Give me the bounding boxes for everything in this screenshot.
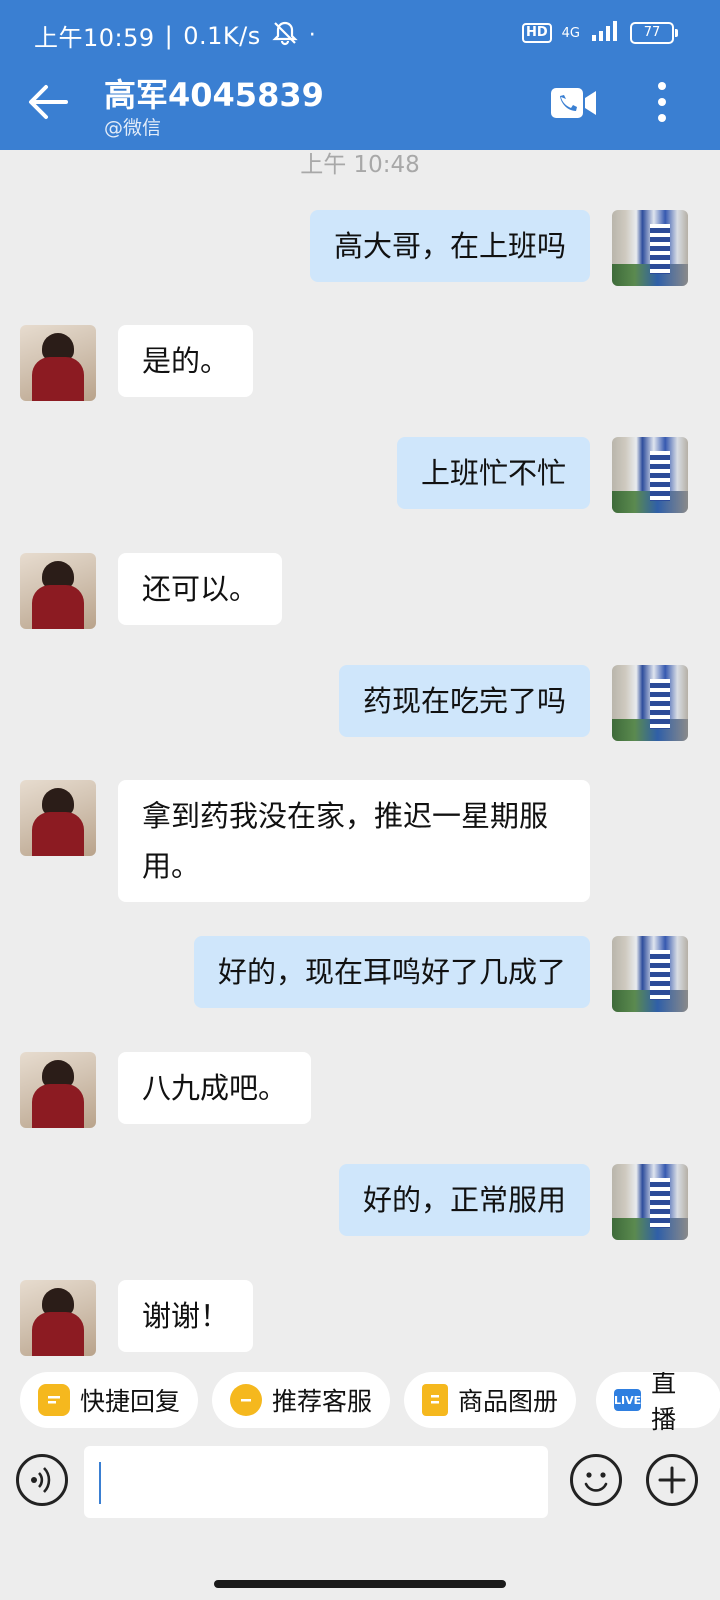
quick-reply-label: 快捷回复 [80,1387,181,1416]
status-bar: 上午10:59 | 0.1K/s · HD 4G 77 [0,0,720,70]
voice-icon [31,1467,51,1493]
message-bubble-incoming[interactable]: 是的。 [118,325,254,397]
home-indicator[interactable] [214,1580,506,1588]
contact-avatar[interactable] [20,1052,96,1128]
message-bubble-incoming[interactable]: 八九成吧。 [118,1052,312,1124]
dot-icon: · [308,23,317,48]
recommend-service-button[interactable]: 推荐客服 [212,1372,391,1428]
my-avatar[interactable] [612,936,688,1012]
product-album-button[interactable]: 商品图册 [404,1372,577,1428]
input-bar [0,1440,720,1550]
product-album-label: 商品图册 [458,1387,559,1416]
chat-timestamp: 上午 10:48 [300,152,420,178]
my-avatar[interactable] [612,665,688,741]
back-arrow-icon [29,85,68,119]
status-time: 上午10:59 [34,24,155,52]
message-bubble-outgoing[interactable]: 上班忙不忙 [396,437,590,509]
quick-reply-button[interactable]: 快捷回复 [20,1372,199,1428]
battery-indicator: 77 [630,22,678,44]
my-avatar[interactable] [612,437,688,513]
app-header: 上午10:59 | 0.1K/s · HD 4G 77 高军4045839 @微… [0,0,720,150]
status-right: HD 4G 77 [521,20,678,46]
hd-badge: HD [521,23,552,43]
recommend-service-label: 推荐客服 [272,1387,373,1416]
message-bubble-outgoing[interactable]: 药现在吃完了吗 [338,665,590,737]
contact-source: @微信 [104,117,162,139]
back-button[interactable] [26,82,70,122]
live-icon: LIVE [614,1389,642,1411]
add-button[interactable] [646,1454,698,1506]
my-avatar[interactable] [612,210,688,286]
mute-bell-icon [271,20,299,52]
contact-avatar[interactable] [20,553,96,629]
plus-icon [658,1466,686,1494]
contact-name: 高军4045839 [104,76,324,114]
network-label: 4G [561,25,580,41]
status-separator: | [164,21,174,50]
signal-icon [590,20,620,46]
chat-area[interactable]: 上午 10:48 高大哥，在上班吗 是的。 上班忙不忙 还可以。 药现在吃完了吗… [0,150,720,1372]
message-bubble-outgoing[interactable]: 好的，现在耳鸣好了几成了 [193,936,590,1008]
contact-avatar[interactable] [20,325,96,401]
video-call-icon [551,88,596,118]
voice-button[interactable] [16,1454,68,1506]
emoji-button[interactable] [570,1454,622,1506]
message-bubble-outgoing[interactable]: 高大哥，在上班吗 [309,210,590,282]
quick-reply-icon [38,1384,70,1416]
status-left: 上午10:59 | 0.1K/s · [34,18,316,53]
contact-avatar[interactable] [20,780,96,856]
recommend-service-icon [230,1384,262,1416]
message-bubble-incoming[interactable]: 拿到药我没在家，推迟一星期服用。 [118,780,590,902]
contact-avatar[interactable] [20,1280,96,1356]
my-avatar[interactable] [612,1164,688,1240]
emoji-icon [584,1472,608,1492]
message-input[interactable] [84,1446,548,1518]
message-bubble-outgoing[interactable]: 好的，正常服用 [338,1164,590,1236]
message-bubble-incoming[interactable]: 谢谢！ [118,1280,254,1352]
live-label: 直播 [651,1372,677,1432]
video-call-button[interactable] [550,86,598,120]
text-caret [99,1462,101,1504]
product-album-icon [422,1384,448,1416]
quick-actions-bar: 快捷回复 推荐客服 商品图册 LIVE 直播 [0,1372,720,1432]
status-net-speed: 0.1K/s [183,21,261,50]
message-bubble-incoming[interactable]: 还可以。 [118,553,283,625]
more-options-button[interactable] [650,80,674,124]
more-vertical-icon [658,82,666,122]
live-button[interactable]: LIVE 直播 [596,1372,720,1432]
